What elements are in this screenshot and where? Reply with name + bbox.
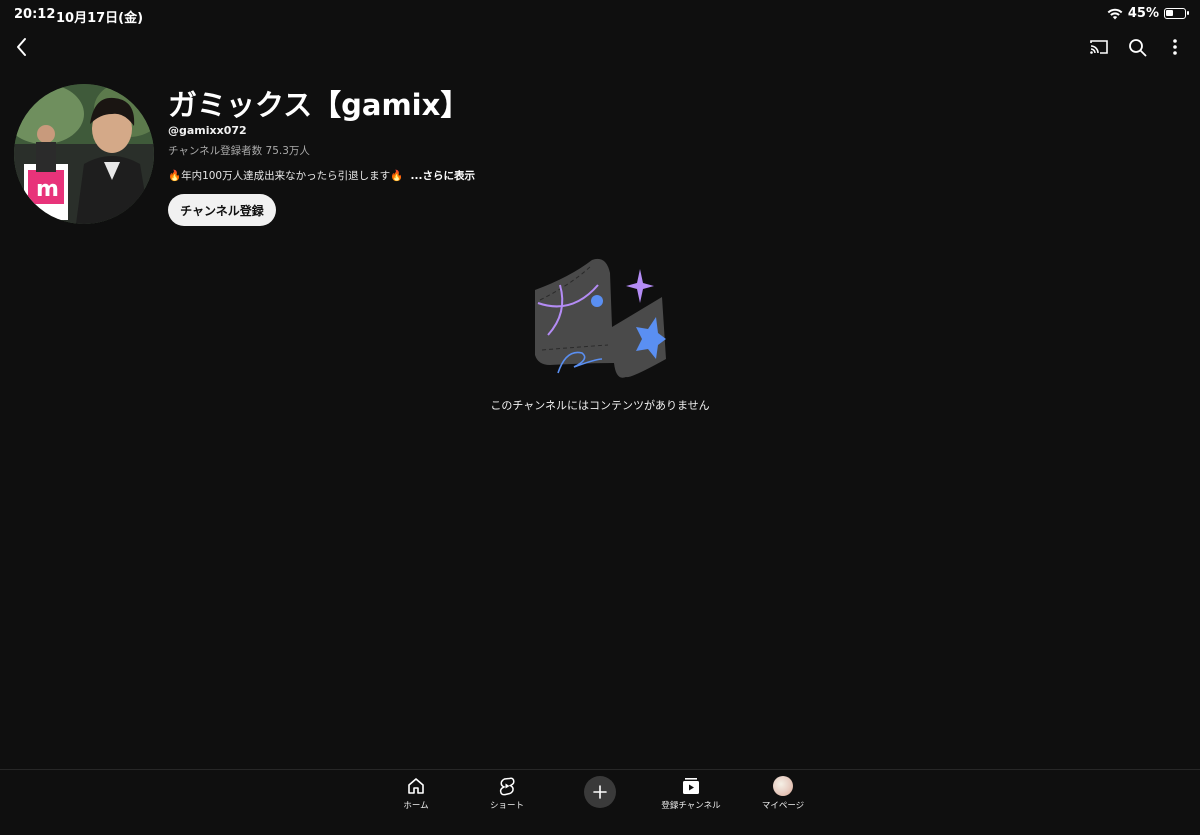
nav-my-page-label: マイページ [761, 801, 805, 811]
description-text: 🔥年内100万人達成出来なかったら引退します🔥 [168, 170, 404, 182]
search-icon [1128, 38, 1146, 56]
nav-my-page[interactable]: マイページ [738, 776, 828, 811]
nav-subscriptions-label: 登録チャンネル [661, 801, 721, 811]
bottom-nav: ホーム ショート 登録チャンネル マイページ [0, 769, 1200, 835]
battery-icon [1164, 8, 1189, 19]
more-options-button[interactable] [1161, 33, 1189, 61]
svg-text:m: m [36, 177, 59, 202]
cast-button[interactable] [1085, 33, 1113, 61]
subscribe-button[interactable]: チャンネル登録 [168, 194, 276, 226]
home-icon [408, 778, 424, 794]
nav-shorts-label: ショート [489, 801, 524, 811]
channel-title: ガミックス【gamix】 [168, 88, 470, 122]
subscriber-count: チャンネル登録者数 75.3万人 [168, 145, 310, 157]
channel-handle: @gamixx072 [168, 124, 247, 137]
empty-state-message: このチャンネルにはコンテンツがありません [490, 399, 710, 412]
top-nav [0, 30, 1200, 66]
back-button[interactable] [8, 33, 36, 61]
status-indicators: 45% [1107, 6, 1189, 21]
cast-icon [1090, 40, 1108, 54]
plus-icon [593, 785, 607, 799]
wifi-icon [1107, 8, 1123, 19]
status-bar: 20:12 10月17日(金) 45% [0, 0, 1200, 28]
status-time: 20:12 [14, 7, 56, 22]
nav-home[interactable]: ホーム [371, 776, 461, 811]
more-vertical-icon [1173, 39, 1177, 55]
subscriptions-icon [683, 778, 699, 794]
nav-home-label: ホーム [403, 801, 429, 811]
avatar [773, 776, 793, 796]
show-more-link[interactable]: ...さらに表示 [411, 170, 475, 182]
chevron-left-icon [17, 38, 26, 56]
nav-shorts[interactable]: ショート [462, 776, 552, 811]
create-button[interactable] [584, 776, 616, 808]
search-button[interactable] [1123, 33, 1151, 61]
avatar-photo: m [14, 84, 154, 224]
empty-content-illustration [535, 258, 666, 378]
channel-description[interactable]: 🔥年内100万人達成出来なかったら引退します🔥 ...さらに表示 [168, 168, 475, 183]
status-date: 10月17日(金) [56, 11, 144, 26]
nav-subscriptions[interactable]: 登録チャンネル [646, 776, 736, 811]
channel-avatar[interactable]: m [14, 84, 154, 224]
battery-percent: 45% [1127, 6, 1159, 21]
shorts-icon [499, 777, 515, 796]
battery-level-fill [1166, 10, 1173, 16]
